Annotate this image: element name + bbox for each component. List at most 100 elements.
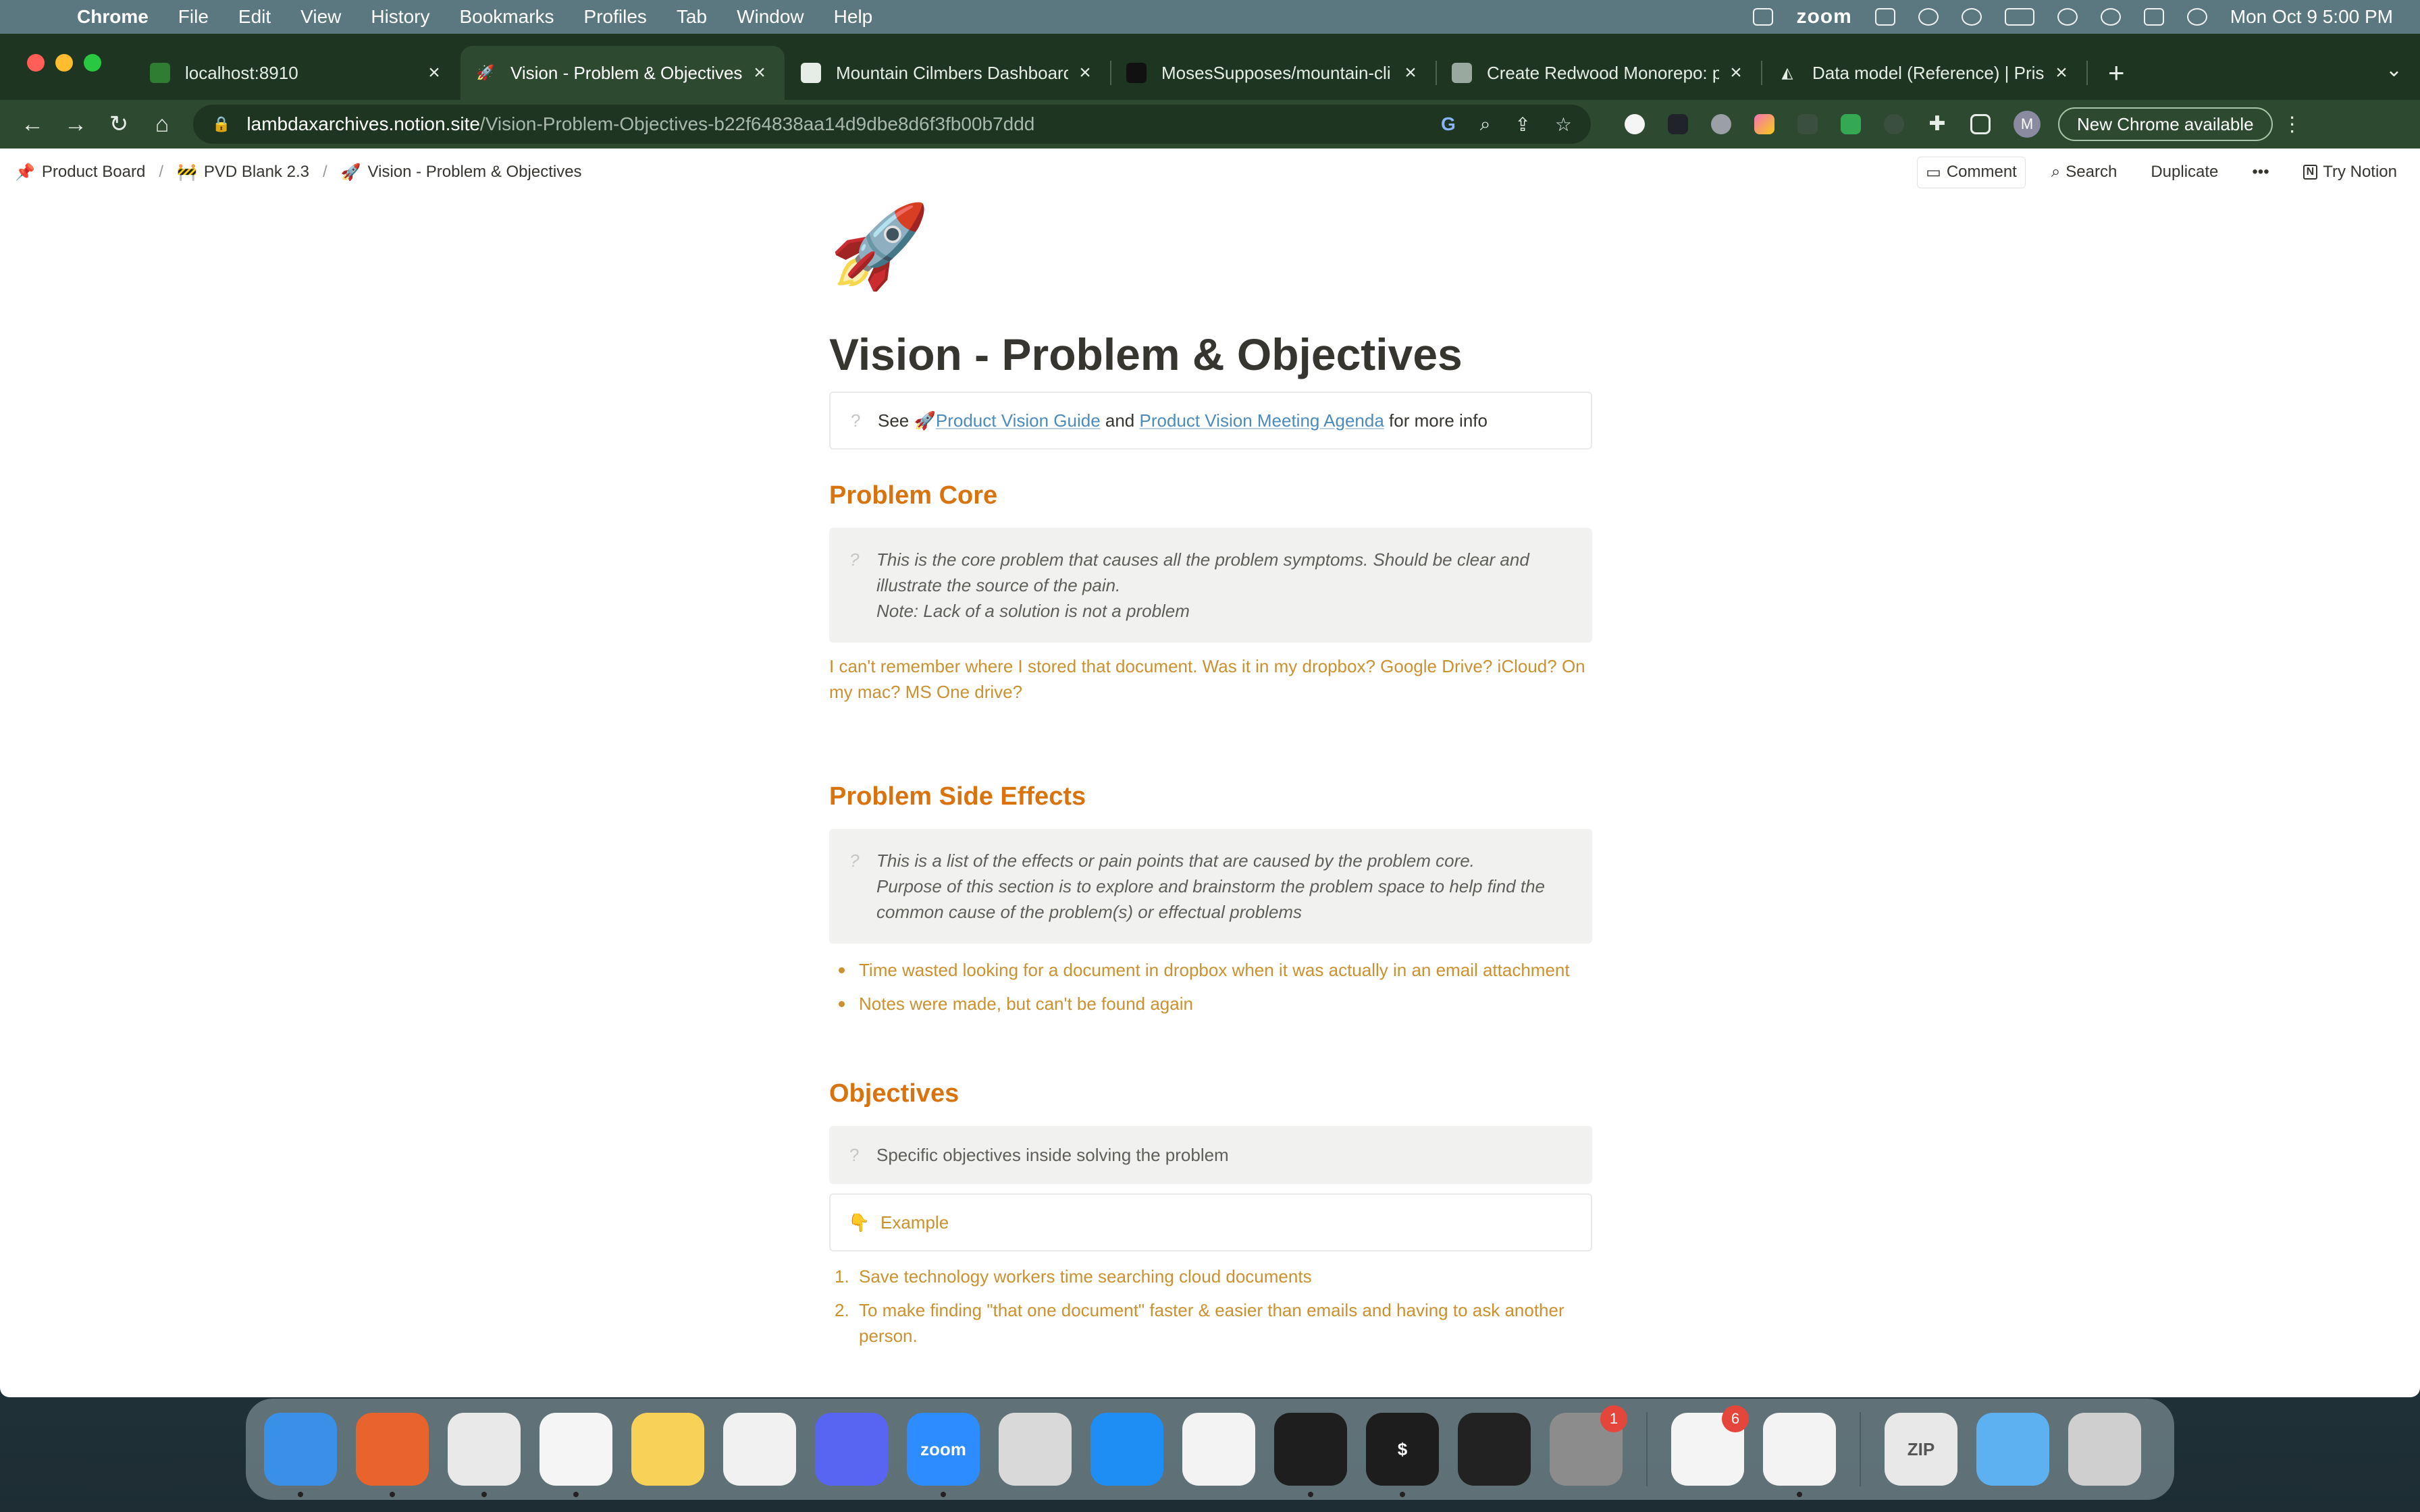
menu-profiles[interactable]: Profiles xyxy=(584,6,647,28)
bookmark-star-icon[interactable]: ☆ xyxy=(1555,113,1572,136)
back-arrow-icon[interactable]: ← xyxy=(11,104,54,144)
dock-app-vscode-2[interactable] xyxy=(1756,1405,1843,1497)
close-tab-icon[interactable]: × xyxy=(1726,61,1746,84)
try-notion-button[interactable]: N Try Notion xyxy=(2295,157,2405,187)
browser-tab[interactable]: ◭ Data model (Reference) | Prism × xyxy=(1762,46,2088,100)
dock-app-vscode[interactable] xyxy=(1175,1405,1263,1493)
zoom-magnifier-icon[interactable]: ⌕ xyxy=(1480,113,1491,136)
figma-status-icon[interactable] xyxy=(1753,8,1774,26)
close-tab-icon[interactable]: × xyxy=(749,61,770,84)
extension-target-icon[interactable] xyxy=(1711,114,1731,134)
duplicate-button[interactable]: Duplicate xyxy=(2142,157,2226,187)
battery-icon[interactable] xyxy=(2004,8,2034,26)
browser-tab[interactable]: MosesSupposes/mountain-cli × xyxy=(1111,46,1437,100)
google-lens-icon[interactable]: G xyxy=(1441,113,1456,135)
siri-icon[interactable] xyxy=(2186,8,2207,26)
close-tab-icon[interactable]: × xyxy=(2051,61,2072,84)
browser-tab[interactable]: 🚀 Vision - Problem & Objectives × xyxy=(461,46,785,100)
example-toggle[interactable]: 👇 Example xyxy=(829,1193,1592,1251)
menu-file[interactable]: File xyxy=(178,6,209,28)
zoom-status-icon[interactable]: zoom xyxy=(1796,5,1851,28)
home-icon[interactable]: ⌂ xyxy=(140,104,184,144)
tab-separator xyxy=(2086,61,2088,85)
menu-help[interactable]: Help xyxy=(834,6,873,28)
close-tab-icon[interactable]: × xyxy=(424,61,444,84)
more-options-button[interactable]: ••• xyxy=(2244,157,2277,187)
menu-bookmarks[interactable]: Bookmarks xyxy=(459,6,554,28)
extension-green-icon[interactable] xyxy=(1841,114,1861,134)
chrome-menu-icon[interactable]: ⋮ xyxy=(2282,113,2303,136)
page-rocket-icon: 🚀 xyxy=(829,201,930,292)
menu-tab[interactable]: Tab xyxy=(677,6,707,28)
notion-page: 🚀 Vision - Problem & Objectives ? See 🚀P… xyxy=(829,196,1592,1357)
dock-app-keynote[interactable] xyxy=(716,1405,804,1493)
dock-app-firefox[interactable] xyxy=(348,1405,436,1497)
dock-app-finder[interactable] xyxy=(257,1405,344,1497)
airdrop-icon[interactable] xyxy=(1918,8,1939,26)
extension-circle-icon[interactable] xyxy=(1625,114,1645,134)
browser-tab[interactable]: Create Redwood Monorepo: p × xyxy=(1437,46,1762,100)
reload-icon[interactable]: ↻ xyxy=(97,104,140,144)
extension-record-icon[interactable] xyxy=(1884,114,1904,134)
address-bar[interactable]: 🔒 lambdaxarchives.notion.site/Vision-Pro… xyxy=(193,105,1591,144)
dock-app-folder[interactable] xyxy=(1969,1405,2057,1493)
menubar-clock[interactable]: Mon Oct 9 5:00 PM xyxy=(2230,6,2393,28)
dock-app-launchpad[interactable] xyxy=(991,1405,1079,1493)
extension-window-icon[interactable] xyxy=(1797,114,1818,134)
dock-app-zip-archive[interactable]: ZIP xyxy=(1877,1405,1965,1493)
extension-gradient-icon[interactable] xyxy=(1754,114,1774,134)
close-tab-icon[interactable]: × xyxy=(1075,61,1095,84)
lock-icon[interactable]: 🔒 xyxy=(212,115,230,133)
list-item-text: Save technology workers time searching c… xyxy=(859,1266,1312,1287)
dock-app-chrome[interactable] xyxy=(440,1405,528,1497)
dock-app-system-settings[interactable]: 1 xyxy=(1542,1405,1630,1493)
browser-tab[interactable]: Mountain Cilmbers Dashboard × xyxy=(786,46,1111,100)
dock-app-terminal[interactable]: $ xyxy=(1359,1405,1446,1497)
menu-edit[interactable]: Edit xyxy=(238,6,271,28)
product-vision-meeting-agenda-link[interactable]: Product Vision Meeting Agenda xyxy=(1139,410,1384,431)
menu-view[interactable]: View xyxy=(300,6,341,28)
dock-app-figma[interactable] xyxy=(1267,1405,1354,1497)
vscode-2-icon xyxy=(1763,1413,1836,1486)
callout-question-icon: ? xyxy=(849,549,860,570)
running-indicator xyxy=(573,1492,579,1497)
dock-app-notes[interactable] xyxy=(624,1405,712,1493)
tab-search-chevron-icon[interactable]: ⌄ xyxy=(2386,58,2402,82)
spotlight-search-icon[interactable] xyxy=(2100,8,2121,26)
maximize-window-button[interactable] xyxy=(84,54,101,72)
profile-avatar[interactable]: M xyxy=(2014,111,2041,138)
address-bar-icons: G ⌕ ⇪ ☆ xyxy=(1441,113,1572,136)
bluetooth-icon[interactable] xyxy=(1961,8,1982,26)
browser-tab[interactable]: localhost:8910 × xyxy=(135,46,459,100)
new-chrome-available-button[interactable]: New Chrome available xyxy=(2058,107,2273,141)
breadcrumb-product-board[interactable]: Product Board xyxy=(42,163,145,182)
dock-app-reminders[interactable]: 6 xyxy=(1664,1405,1752,1493)
product-vision-guide-link[interactable]: Product Vision Guide xyxy=(936,410,1101,431)
dock-app-app-store[interactable] xyxy=(1083,1405,1171,1493)
close-tab-icon[interactable]: × xyxy=(1400,61,1421,84)
search-button[interactable]: ⌕ Search xyxy=(2043,157,2126,187)
wifi-icon[interactable] xyxy=(2057,8,2078,26)
extensions-puzzle-icon[interactable]: ✚ xyxy=(1927,114,1947,134)
dock-app-zoom[interactable]: zoom xyxy=(899,1405,987,1497)
menu-app-chrome[interactable]: Chrome xyxy=(77,6,149,28)
menu-window[interactable]: Window xyxy=(737,6,804,28)
dock-app-trash[interactable] xyxy=(2061,1405,2149,1493)
react-devtools-icon[interactable] xyxy=(1668,114,1688,134)
control-center-icon[interactable] xyxy=(2143,8,2164,26)
close-window-button[interactable] xyxy=(27,54,45,72)
dock-app-activity-monitor[interactable] xyxy=(1450,1405,1538,1493)
comment-button[interactable]: ▭ Comment xyxy=(1917,156,2026,188)
apple-icon[interactable] xyxy=(26,3,53,30)
dock-app-brave[interactable] xyxy=(532,1405,620,1497)
breadcrumb-current-page[interactable]: Vision - Problem & Objectives xyxy=(368,163,582,182)
side-panel-icon[interactable] xyxy=(1970,114,1991,134)
share-icon[interactable]: ⇪ xyxy=(1515,113,1530,136)
new-tab-button[interactable]: + xyxy=(2108,46,2125,100)
minimize-window-button[interactable] xyxy=(55,54,73,72)
menu-history[interactable]: History xyxy=(371,6,429,28)
breadcrumb-pvd-blank[interactable]: PVD Blank 2.3 xyxy=(204,163,309,182)
forward-arrow-icon[interactable]: → xyxy=(54,104,97,144)
keyboard-icon[interactable] xyxy=(1874,8,1895,26)
dock-app-discord[interactable] xyxy=(808,1405,895,1493)
